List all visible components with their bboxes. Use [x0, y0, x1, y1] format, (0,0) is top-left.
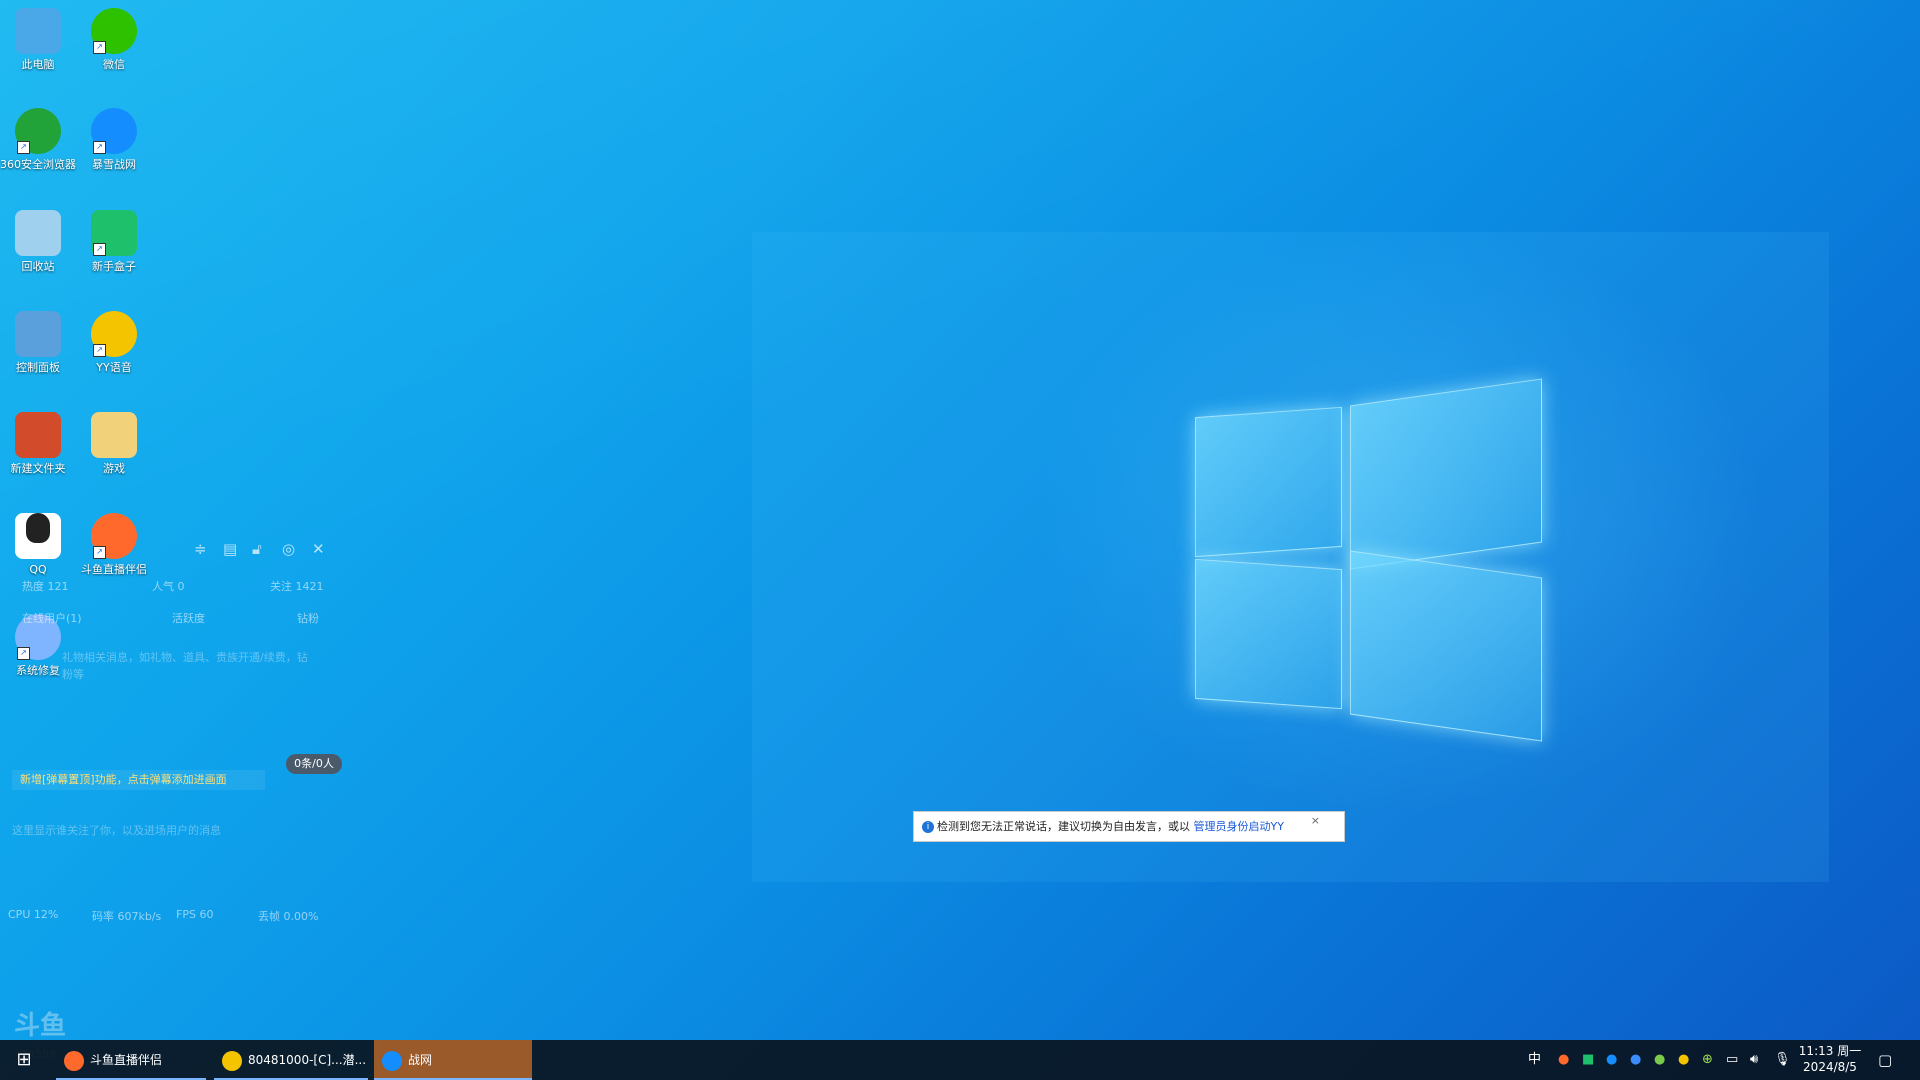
gift-hint: 礼物相关消息，如礼物、道具、贵族开通/续费，钻	[62, 651, 308, 664]
desktop-icon-yy-voice[interactable]: ↗ YY语音	[76, 303, 152, 374]
lock-icon[interactable]: 🔓︎	[252, 540, 262, 558]
desktop-icon-label: 此电脑	[21, 58, 55, 71]
taskbar-item-label: 80481000-[C]...潜...	[248, 1053, 367, 1067]
wechat-icon: ↗	[91, 8, 137, 54]
collapse-icon[interactable]: ≑	[194, 540, 207, 558]
tray-douyu-icon[interactable]: ●	[1558, 1040, 1569, 1080]
new-folder-icon	[15, 412, 61, 458]
taskbar-item-label: 战网	[408, 1053, 433, 1067]
newbie-box-icon: ↗	[91, 210, 137, 256]
settings-icon[interactable]: ◎	[282, 540, 295, 558]
yy-voice-icon	[222, 1050, 242, 1071]
voice-warning-toast: i 检测到您无法正常说话，建议切换为自由发言，或以 管理员身份启动YY ×	[913, 811, 1345, 842]
popularity-stat: 人气 0	[152, 580, 185, 593]
tab-online-users[interactable]: 在线用户(1)	[22, 610, 82, 626]
live-helper-overlay: ≑ ▤ 🔓︎ ◎ ✕ 热度 121 人气 0 关注 1421 在线用户(1) 活…	[0, 530, 345, 930]
logo-pane-bottom-left	[1195, 558, 1342, 710]
run-as-admin-link[interactable]: 管理员身份启动YY	[1194, 820, 1284, 833]
windows-start-icon[interactable]: ⊞	[0, 1040, 48, 1080]
douyu-companion-icon	[64, 1050, 84, 1071]
control-panel-icon	[15, 311, 61, 357]
toast-text: 检测到您无法正常说话，建议切换为自由发言，或以	[937, 820, 1190, 833]
toast-close-icon[interactable]: ×	[1311, 806, 1320, 835]
info-icon: i	[922, 821, 934, 833]
gift-hint-cont: 粉等	[62, 668, 84, 681]
taskbar-item-battlenet[interactable]: 战网	[374, 1040, 532, 1080]
desktop-icon-recycle-bin[interactable]: 回收站	[0, 202, 76, 273]
desktop-icon-game[interactable]: 游戏	[76, 404, 152, 475]
desktop-icon-this-pc[interactable]: 此电脑	[0, 0, 76, 71]
yy-voice-icon: ↗	[91, 311, 137, 357]
browser-360-icon: ↗	[15, 108, 61, 154]
volume-icon[interactable]: 🔊︎	[1750, 1040, 1758, 1080]
message-count-badge: 0条/0人	[286, 754, 342, 774]
preview-canvas	[752, 232, 1829, 882]
note-icon[interactable]: ▤	[223, 540, 237, 558]
desktop-icon-label: 新建文件夹	[10, 462, 66, 475]
notification-center-icon[interactable]: ▢	[1878, 1040, 1892, 1080]
douyu-watermark: 斗鱼	[14, 1011, 67, 1041]
tray-plus-icon[interactable]: ⊕	[1702, 1040, 1713, 1080]
ime-indicator[interactable]: 中	[1528, 1040, 1541, 1080]
desktop-icon-label: 360安全浏览器	[0, 158, 76, 171]
tray-battlenet-icon[interactable]: ●	[1606, 1040, 1617, 1080]
recycle-bin-icon	[15, 210, 61, 256]
follow-hint: 这里显示谁关注了你，以及进场用户的消息	[12, 824, 221, 837]
tray-yy-icon[interactable]: ●	[1678, 1040, 1689, 1080]
frame-drop-stat: 丢帧 0.00%	[258, 910, 319, 923]
desktop-icon-newbie-box[interactable]: ↗ 新手盒子	[76, 202, 152, 273]
tray-newbie-box-icon[interactable]: ■	[1582, 1040, 1594, 1080]
clock-date: 2024/8/5	[1803, 1060, 1857, 1074]
clock-time: 11:13 周一	[1798, 1044, 1862, 1058]
desktop-icon-label: YY语音	[96, 361, 132, 374]
desktop-icon-label: 游戏	[103, 462, 125, 475]
desktop-icon-360-browser[interactable]: ↗ 360安全浏览器	[0, 100, 76, 171]
taskbar-item-douyu[interactable]: 斗鱼直播伴侣	[56, 1040, 206, 1080]
desktop-icon-label: 暴雪战网	[92, 158, 136, 171]
battlenet-icon: ↗	[91, 108, 137, 154]
taskbar: ⊞ 斗鱼直播伴侣 80481000-[C]...潜... 战网 中 ● ■ ● …	[0, 1040, 1920, 1080]
desktop-icon-new-folder[interactable]: 新建文件夹	[0, 404, 76, 475]
tray-browser-icon[interactable]: ●	[1630, 1040, 1641, 1080]
logo-pane-bottom-right	[1350, 550, 1542, 742]
desktop-icon-label: 新手盒子	[92, 260, 136, 273]
desktop-icon-label: 控制面板	[16, 361, 60, 374]
microphone-icon[interactable]: 🎙︎	[1774, 1040, 1791, 1080]
tab-activity[interactable]: 活跃度	[172, 610, 205, 626]
desktop-icon-label: 回收站	[21, 260, 55, 273]
desktop-icon-control-panel[interactable]: 控制面板	[0, 303, 76, 374]
heat-stat: 热度 121	[22, 580, 69, 593]
taskbar-clock[interactable]: 11:13 周一 2024/8/5	[1790, 1043, 1870, 1075]
game-folder-icon	[91, 412, 137, 458]
desktop-icon-battlenet[interactable]: ↗ 暴雪战网	[76, 100, 152, 171]
battlenet-icon	[382, 1050, 402, 1071]
logo-pane-top-left	[1195, 406, 1342, 558]
taskbar-item-label: 斗鱼直播伴侣	[90, 1053, 163, 1067]
cpu-stat: CPU 12%	[8, 908, 59, 921]
logo-pane-top-right	[1350, 378, 1542, 570]
close-icon[interactable]: ✕	[312, 540, 325, 558]
network-icon[interactable]: ▭	[1726, 1040, 1738, 1080]
follow-stat: 关注 1421	[270, 580, 324, 593]
tab-diamond-fans[interactable]: 钻粉	[297, 610, 319, 626]
desktop-icon-label: 微信	[103, 58, 125, 71]
tray-network-game-icon[interactable]: ●	[1654, 1040, 1665, 1080]
danmaku-pin-notice[interactable]: 新增[弹幕置顶]功能，点击弹幕添加进画面	[12, 770, 265, 790]
computer-icon	[15, 8, 61, 54]
fps-stat: FPS 60	[176, 908, 214, 921]
desktop-icon-wechat[interactable]: ↗ 微信	[76, 0, 152, 71]
taskbar-item-yy[interactable]: 80481000-[C]...潜...	[214, 1040, 368, 1080]
bitrate-stat: 码率 607kb/s	[92, 910, 162, 923]
